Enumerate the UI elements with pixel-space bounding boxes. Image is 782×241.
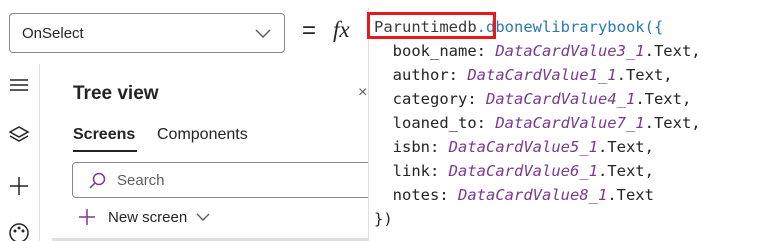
palette-icon[interactable] <box>8 222 30 241</box>
fx-icon[interactable]: fx <box>333 17 350 43</box>
field-suffix: .Text, <box>644 42 701 60</box>
tree-view-panel: Tree view × Screens Components New scree… <box>52 64 372 241</box>
closing-brace: }) <box>374 210 393 228</box>
field-name: notes: <box>392 186 458 204</box>
formula-editor[interactable]: Paruntimedb.dbonewlibrarybook({ book_nam… <box>368 8 782 241</box>
search-icon <box>89 172 106 189</box>
layers-icon[interactable] <box>8 124 30 146</box>
field-name: author: <box>392 66 468 84</box>
field-value: DataCardValue1_1 <box>467 66 617 84</box>
field-name: loaned_to: <box>392 114 496 132</box>
chevron-down-icon[interactable] <box>196 212 210 222</box>
field-value: DataCardValue8_1 <box>458 186 608 204</box>
close-icon[interactable]: × <box>358 84 367 102</box>
plus-icon <box>79 209 95 225</box>
field-value: DataCardValue7_1 <box>495 114 645 132</box>
tree-view-title: Tree view <box>73 83 159 104</box>
left-rail <box>0 64 40 241</box>
field-value: DataCardValue4_1 <box>486 90 636 108</box>
field-suffix: .Text, <box>635 90 692 108</box>
field-name: link: <box>392 162 449 180</box>
field-suffix: .Text, <box>644 114 701 132</box>
active-tab-indicator <box>73 150 137 152</box>
search-input[interactable] <box>117 170 357 190</box>
field-suffix: .Text, <box>597 138 654 156</box>
formula-code: Paruntimedb.dbonewlibrarybook({ book_nam… <box>374 15 701 231</box>
field-value: DataCardValue6_1 <box>448 162 598 180</box>
field-suffix: .Text <box>607 186 654 204</box>
datasource-name: Paruntimedb <box>374 18 477 36</box>
field-name: isbn: <box>392 138 449 156</box>
function-call: .dbonewlibrarybook({ <box>476 18 664 36</box>
field-name: category: <box>392 90 486 108</box>
field-name: book_name: <box>392 42 496 60</box>
equals-sign: = <box>302 17 317 44</box>
hamburger-menu-icon[interactable] <box>8 74 30 96</box>
property-dropdown[interactable]: OnSelect <box>9 13 285 53</box>
tab-components[interactable]: Components <box>157 126 248 144</box>
property-dropdown-value: OnSelect <box>22 25 84 42</box>
field-value: DataCardValue3_1 <box>495 42 645 60</box>
search-box[interactable] <box>72 162 372 198</box>
field-suffix: .Text, <box>616 66 673 84</box>
chevron-down-icon <box>255 29 271 39</box>
plus-icon[interactable] <box>8 175 30 197</box>
tab-screens[interactable]: Screens <box>73 126 135 144</box>
field-value: DataCardValue5_1 <box>448 138 598 156</box>
new-screen-label: New screen <box>108 209 188 226</box>
field-suffix: .Text, <box>597 162 654 180</box>
